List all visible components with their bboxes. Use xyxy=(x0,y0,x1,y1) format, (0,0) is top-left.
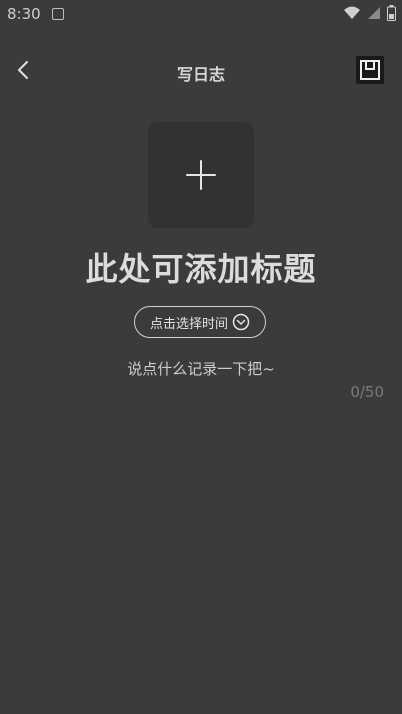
status-time: 8:30 xyxy=(7,5,41,23)
content-input[interactable]: 说点什么记录一下把~ xyxy=(0,358,402,379)
chevron-down-icon xyxy=(232,313,250,331)
time-selector-label: 点击选择时间 xyxy=(149,316,228,332)
page-title: 写日志 xyxy=(176,65,225,84)
wifi-icon xyxy=(344,6,360,19)
status-icons xyxy=(343,5,396,21)
status-bar: 8:30 xyxy=(0,0,402,28)
notification-icon xyxy=(52,8,64,20)
signal-icon xyxy=(368,7,380,19)
battery-icon xyxy=(387,5,396,21)
plus-icon xyxy=(186,160,216,190)
title-input[interactable]: 此处可添加标题 xyxy=(0,244,402,290)
time-selector-button[interactable]: 点击选择时间 xyxy=(134,306,266,338)
header: 写日志 xyxy=(0,48,402,94)
char-counter: 0/50 xyxy=(350,383,384,401)
add-image-button[interactable] xyxy=(148,122,254,228)
save-icon xyxy=(360,60,380,80)
save-button[interactable] xyxy=(356,56,384,84)
